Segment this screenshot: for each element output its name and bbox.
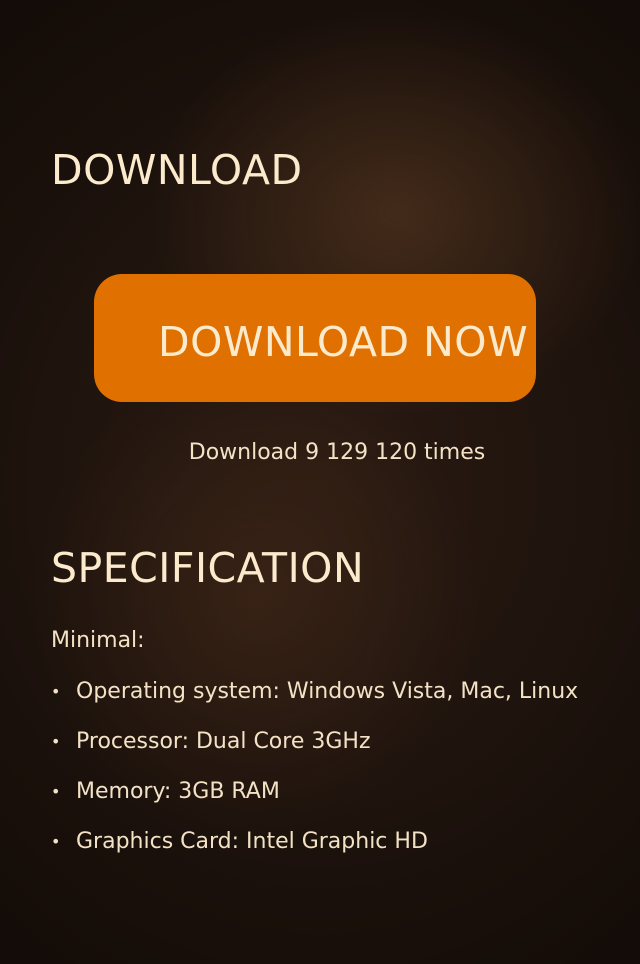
download-now-button-label: DOWNLOAD NOW <box>158 318 529 366</box>
spec-item-label: Operating system: Windows Vista, Mac, Li… <box>76 679 579 704</box>
specification-subtitle: Minimal: <box>51 628 145 653</box>
bullet-icon: • <box>51 782 61 801</box>
download-section-title: DOWNLOAD <box>51 146 303 194</box>
download-now-button[interactable]: DOWNLOAD NOW <box>94 274 536 402</box>
bullet-icon: • <box>51 832 61 851</box>
spec-item-label: Processor: Dual Core 3GHz <box>76 729 371 754</box>
download-count-text: Download 9 129 120 times <box>188 440 486 465</box>
spec-item-label: Graphics Card: Intel Graphic HD <box>76 829 428 854</box>
bullet-icon: • <box>51 732 61 751</box>
specification-section-title: SPECIFICATION <box>51 544 365 592</box>
bullet-icon: • <box>51 682 61 701</box>
spec-item-label: Memory: 3GB RAM <box>76 779 280 804</box>
